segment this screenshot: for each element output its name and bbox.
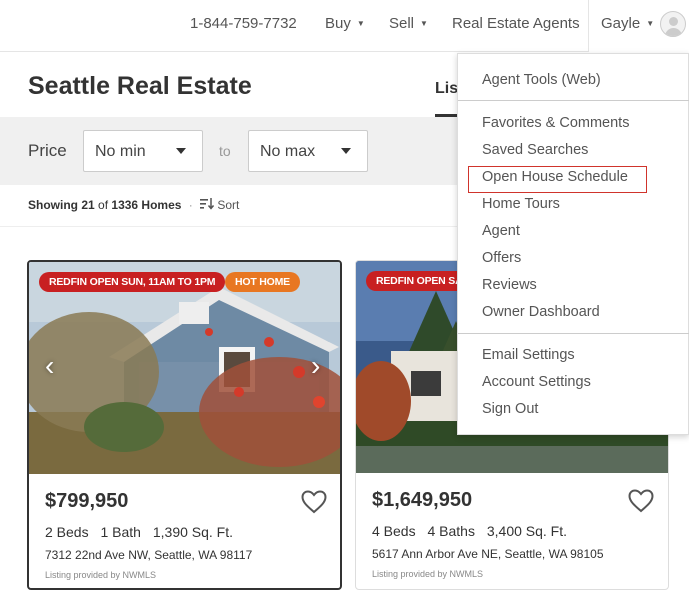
price-min-value: No min	[95, 143, 146, 160]
menu-separator	[458, 333, 689, 334]
nav-sell-label: Sell	[389, 15, 415, 32]
phone-number-link[interactable]: 1-844-759-7732	[190, 15, 297, 32]
menu-item-agent[interactable]: Agent	[482, 223, 520, 239]
listing-provider: Listing provided by NWMLS	[45, 570, 157, 580]
dropdown-arrow-icon	[176, 148, 186, 154]
avatar-icon[interactable]	[660, 11, 686, 37]
listing-photo[interactable]: REDFIN OPEN SUN, 11AM TO 1PM HOT HOME ‹ …	[29, 262, 340, 474]
avatar-head-shape	[669, 17, 678, 26]
menu-item-account-settings[interactable]: Account Settings	[482, 374, 591, 390]
caret-down-icon: ▼	[420, 19, 428, 28]
menu-item-reviews[interactable]: Reviews	[482, 277, 537, 293]
menu-item-favorites[interactable]: Favorites & Comments	[482, 115, 629, 131]
listing-stats: 4 Beds 4 Baths 3,400 Sq. Ft.	[372, 523, 575, 539]
price-to-label: to	[219, 143, 231, 159]
house-photo-image	[29, 262, 340, 474]
listing-stats: 2 Beds 1 Bath 1,390 Sq. Ft.	[45, 524, 241, 540]
user-name-label: Gayle	[601, 15, 641, 32]
caret-down-icon: ▼	[646, 19, 655, 28]
showing-prefix: Showing	[28, 198, 78, 212]
results-separator: ·	[188, 198, 193, 212]
menu-item-saved-searches[interactable]: Saved Searches	[482, 142, 588, 158]
menu-item-owner-dashboard[interactable]: Owner Dashboard	[482, 304, 600, 320]
top-nav-bar: 1-844-759-7732 Buy ▼ Sell ▼ Real Estate Ag…	[0, 0, 689, 52]
menu-item-agent-tools[interactable]: Agent Tools (Web)	[482, 72, 601, 88]
page-title: Seattle Real Estate	[28, 72, 252, 100]
shown-count: 21	[81, 198, 95, 212]
price-filter-label: Price	[28, 141, 67, 160]
price-min-select[interactable]: No min	[83, 130, 203, 172]
tab-list-view[interactable]: Lis	[435, 80, 458, 98]
chevron-left-icon[interactable]: ‹	[45, 350, 54, 382]
sort-button[interactable]: Sort	[200, 198, 239, 212]
listing-address[interactable]: 5617 Ann Arbor Ave NE, Seattle, WA 98105	[372, 547, 604, 561]
results-count: Showing 21 of 1336 Homes ·	[28, 198, 193, 212]
menu-item-open-house-schedule[interactable]: Open House Schedule	[482, 169, 628, 185]
avatar-body-shape	[665, 28, 682, 36]
caret-down-icon: ▼	[356, 19, 365, 28]
listing-sqft: 1,390 Sq. Ft.	[152, 524, 234, 540]
open-house-badge: REDFIN OPEN SUN, 11AM TO 1PM	[39, 272, 226, 292]
menu-item-email-settings[interactable]: Email Settings	[482, 347, 575, 363]
hot-home-badge: HOT HOME	[225, 272, 300, 292]
nav-buy[interactable]: Buy ▼	[325, 15, 365, 32]
chevron-right-icon[interactable]: ›	[311, 350, 320, 382]
listing-price: $799,950	[45, 490, 129, 512]
menu-separator	[458, 100, 689, 101]
listing-beds: 4 Beds	[372, 523, 416, 539]
listing-sqft: 3,400 Sq. Ft.	[486, 523, 568, 539]
nav-sell[interactable]: Sell ▼	[389, 15, 428, 32]
listing-baths: 4 Baths	[427, 523, 475, 539]
favorite-heart-icon[interactable]	[301, 490, 327, 514]
favorite-heart-icon[interactable]	[628, 489, 654, 513]
sort-label: Sort	[217, 198, 240, 212]
listing-card[interactable]: REDFIN OPEN SUN, 11AM TO 1PM HOT HOME ‹ …	[27, 260, 342, 590]
user-name: Gayle ▼	[601, 15, 654, 32]
of-word: of	[98, 198, 109, 212]
price-max-select[interactable]: No max	[248, 130, 368, 172]
menu-item-sign-out[interactable]: Sign Out	[482, 401, 538, 417]
sort-icon	[200, 198, 215, 210]
total-homes: 1336 Homes	[111, 198, 182, 212]
listing-address[interactable]: 7312 22nd Ave NW, Seattle, WA 98117	[45, 548, 252, 562]
menu-item-offers[interactable]: Offers	[482, 250, 521, 266]
menu-item-home-tours[interactable]: Home Tours	[482, 196, 560, 212]
nav-real-estate-agents[interactable]: Real Estate Agents	[452, 15, 580, 32]
price-max-value: No max	[260, 143, 316, 160]
listing-baths: 1 Bath	[100, 524, 141, 540]
user-dropdown-menu: Agent Tools (Web) Favorites & Comments S…	[457, 53, 689, 435]
listing-beds: 2 Beds	[45, 524, 89, 540]
listing-price: $1,649,950	[372, 489, 473, 511]
nav-buy-label: Buy	[325, 15, 351, 32]
dropdown-arrow-icon	[341, 148, 351, 154]
